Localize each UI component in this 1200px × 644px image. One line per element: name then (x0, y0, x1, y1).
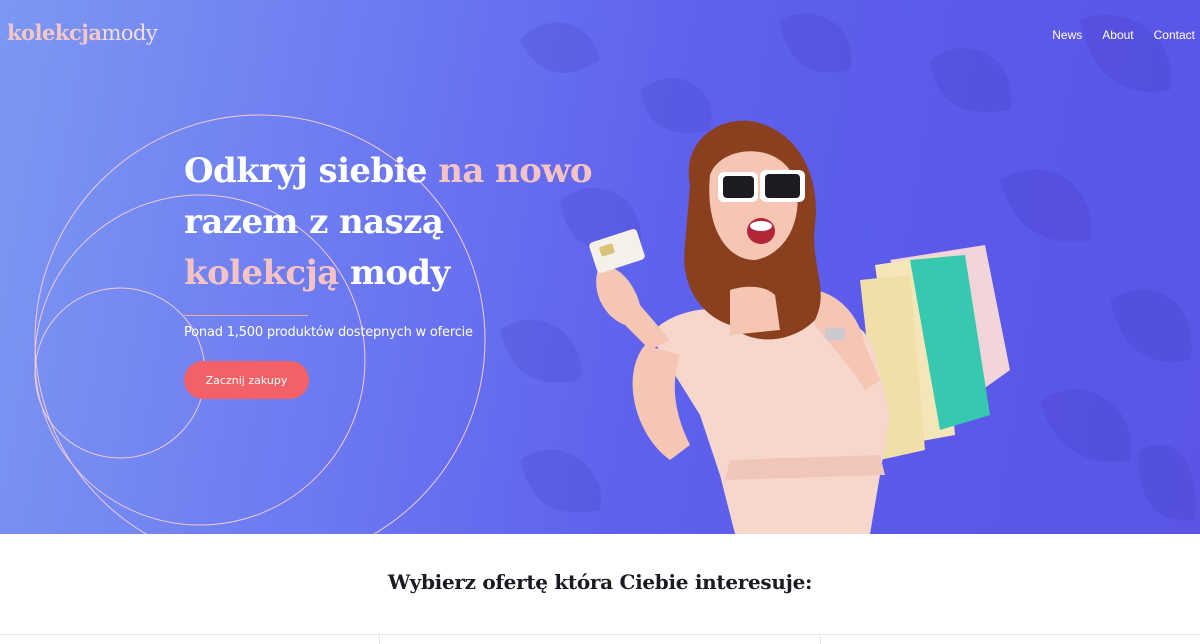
offer-card[interactable] (822, 634, 1200, 644)
offers-heading: Wybierz ofertę która Ciebie interesuje: (387, 570, 813, 594)
headline-line2: razem z naszą (184, 202, 444, 242)
headline-line1-accent: na nowo (438, 151, 592, 191)
headline-line1-start: Odkryj siebie (184, 151, 439, 191)
hero-section: kolekcjamody News About Contact Odkryj s… (0, 0, 1200, 534)
nav-link-news[interactable]: News (1052, 28, 1082, 42)
offer-card[interactable] (0, 634, 380, 644)
headline-line3-accent: kolekcją (184, 253, 339, 293)
shopping-woman-image (589, 120, 1010, 534)
offer-cards-row (0, 634, 1200, 644)
top-navigation: News About Contact (1052, 28, 1195, 42)
hero-subtitle: Ponad 1,500 produktów dostepnych w oferc… (184, 325, 473, 340)
nav-link-about[interactable]: About (1102, 28, 1133, 42)
nav-link-contact[interactable]: Contact (1154, 28, 1195, 42)
offer-card[interactable] (381, 634, 821, 644)
start-shopping-button[interactable]: Zacznij zakupy (184, 361, 309, 399)
hero-headline: Odkryj siebie na nowo razem z naszą kole… (184, 146, 604, 299)
headline-line3-end: mody (338, 253, 450, 293)
logo-part-primary: kolekcja (7, 20, 102, 45)
headline-divider (184, 315, 308, 316)
brand-logo[interactable]: kolekcjamody (7, 20, 158, 45)
logo-part-secondary: mody (101, 21, 158, 45)
